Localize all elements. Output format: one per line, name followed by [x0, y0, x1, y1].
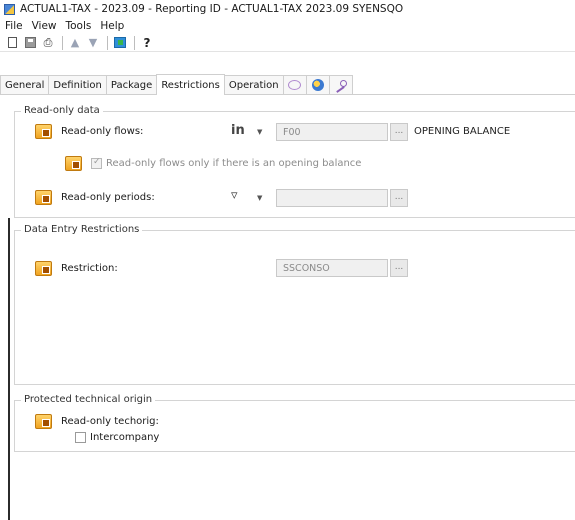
readonly-periods-label: Read-only periods: [61, 192, 155, 203]
toolbar-separator [107, 35, 108, 50]
readonly-flows-input[interactable]: F00 [276, 123, 388, 141]
readonly-flows-label: Read-only flows: [61, 126, 144, 137]
key-icon [334, 80, 348, 90]
menu-help[interactable]: Help [100, 20, 124, 32]
intercompany-checkbox[interactable] [75, 432, 86, 443]
readonly-periods-input[interactable] [276, 189, 388, 207]
operator-in-icon[interactable]: in [231, 123, 245, 138]
menu-bar: File View Tools Help [0, 18, 575, 34]
tab-bar: General Definition Package Restrictions … [0, 74, 575, 95]
techorig-row: Read-only techorig: [35, 414, 159, 429]
filter-icon[interactable]: ▿ [231, 188, 238, 203]
readonly-flows-description: OPENING BALANCE [414, 126, 511, 137]
field-icon [35, 414, 52, 429]
menu-file[interactable]: File [5, 20, 23, 32]
field-icon [65, 156, 82, 171]
toolbar: ⎙ ▲ ▼ ? [0, 34, 575, 52]
opening-balance-checkbox[interactable] [91, 157, 102, 169]
opening-balance-row: Read-only flows only if there is an open… [65, 156, 361, 171]
restriction-label: Restriction: [61, 263, 118, 274]
field-icon [35, 124, 52, 139]
tab-comments[interactable] [282, 75, 307, 94]
group-title: Data Entry Restrictions [21, 224, 143, 235]
tab-key[interactable] [328, 75, 353, 94]
globe-icon [311, 79, 324, 91]
toolbar-separator [62, 35, 63, 50]
menu-view[interactable]: View [32, 20, 57, 32]
title-bar: ACTUAL1-TAX - 2023.09 - Reporting ID - A… [0, 0, 575, 18]
window-edge [8, 218, 10, 520]
readonly-periods-row: Read-only periods: [35, 190, 155, 205]
readonly-flows-browse-button[interactable]: ... [390, 123, 408, 141]
opening-balance-label: Read-only flows only if there is an open… [106, 158, 362, 169]
tab-restrictions[interactable]: Restrictions [156, 74, 225, 95]
help-icon[interactable]: ? [139, 35, 155, 51]
toolbar-separator [134, 35, 135, 50]
save-icon[interactable] [22, 35, 38, 51]
tab-package[interactable]: Package [105, 75, 158, 94]
restriction-input[interactable]: SSCONSO [276, 259, 388, 277]
group-title: Protected technical origin [21, 394, 156, 405]
tab-general[interactable]: General [0, 75, 50, 94]
field-icon [35, 190, 52, 205]
intercompany-label: Intercompany [90, 432, 160, 443]
refresh-icon[interactable] [112, 35, 128, 51]
tab-definition[interactable]: Definition [48, 75, 107, 94]
restriction-browse-button[interactable]: ... [390, 259, 408, 277]
window-title: ACTUAL1-TAX - 2023.09 - Reporting ID - A… [20, 3, 404, 15]
readonly-data-group: Read-only data Read-only flows: in ▼ F00… [14, 105, 575, 218]
down-arrow-icon[interactable]: ▼ [85, 35, 101, 51]
group-title: Read-only data [21, 105, 103, 116]
intercompany-row: Intercompany [75, 432, 159, 443]
restriction-row: Restriction: [35, 261, 118, 276]
chat-icon [288, 80, 302, 90]
tab-operation[interactable]: Operation [223, 75, 284, 94]
operator-dropdown-caret[interactable]: ▼ [257, 128, 262, 136]
tab-globe[interactable] [305, 75, 330, 94]
up-arrow-icon[interactable]: ▲ [67, 35, 83, 51]
data-entry-restrictions-group: Data Entry Restrictions Restriction: SSC… [14, 224, 575, 385]
protected-technical-origin-group: Protected technical origin Read-only tec… [14, 394, 575, 452]
print-icon[interactable]: ⎙ [40, 35, 56, 51]
menu-tools[interactable]: Tools [66, 20, 92, 32]
field-icon [35, 261, 52, 276]
readonly-flows-row: Read-only flows: [35, 124, 143, 139]
new-document-icon[interactable] [4, 35, 20, 51]
filter-dropdown-caret[interactable]: ▼ [257, 194, 262, 202]
techorig-label: Read-only techorig: [61, 416, 159, 427]
app-icon [4, 3, 15, 15]
readonly-periods-browse-button[interactable]: ... [390, 189, 408, 207]
